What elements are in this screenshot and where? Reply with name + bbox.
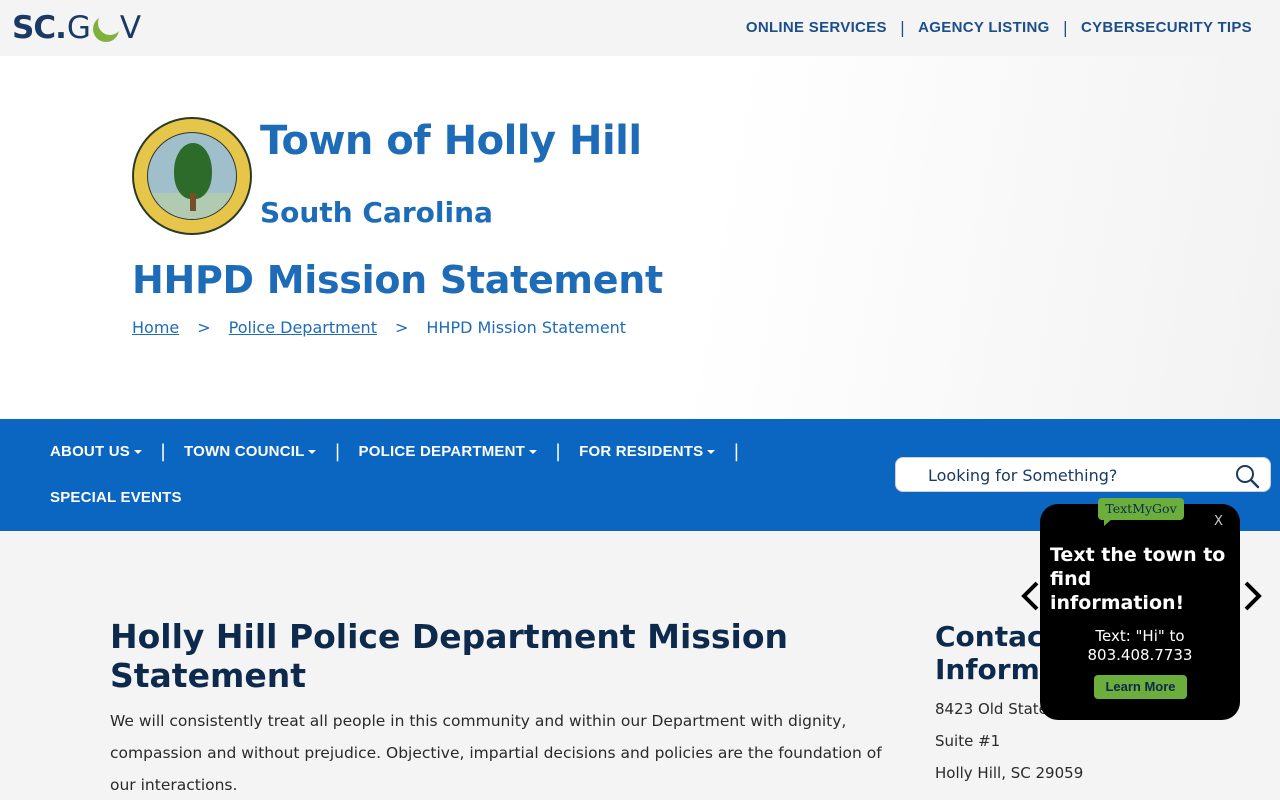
content-body: We will consistently treat all people in… bbox=[110, 712, 882, 794]
logo-dot: . bbox=[55, 10, 67, 46]
nav-separator: | bbox=[159, 441, 167, 462]
logo-g: G bbox=[66, 10, 92, 46]
logo-sc: SC bbox=[12, 10, 56, 46]
sc-gov-logo[interactable]: SC . G V bbox=[12, 10, 142, 46]
textmygov-badge: TextMyGov bbox=[1098, 498, 1184, 526]
breadcrumb: Home > Police Department > HHPD Mission … bbox=[132, 318, 626, 337]
nav-town-council-label: TOWN COUNCIL bbox=[184, 443, 305, 460]
nav-special-events[interactable]: SPECIAL EVENTS bbox=[50, 489, 182, 506]
search-box bbox=[895, 457, 1271, 492]
town-title[interactable]: Town of Holly Hill bbox=[260, 118, 642, 164]
popup-text-line: Text: "Hi" to bbox=[1095, 627, 1185, 645]
popup-text: Text: "Hi" to 803.408.7733 bbox=[1040, 627, 1240, 665]
popup-heading: Text the town to find information! bbox=[1050, 544, 1226, 614]
logo-v: V bbox=[119, 10, 143, 46]
tree-icon bbox=[174, 143, 212, 199]
caret-down-icon bbox=[308, 449, 317, 454]
nav-for-residents[interactable]: FOR RESIDENTS bbox=[579, 443, 716, 460]
search-input[interactable] bbox=[928, 463, 1218, 487]
nav-separator: | bbox=[334, 441, 341, 462]
breadcrumb-police-department[interactable]: Police Department bbox=[229, 318, 377, 337]
breadcrumb-separator: > bbox=[197, 318, 211, 337]
top-nav: ONLINE SERVICES | AGENCY LISTING | CYBER… bbox=[746, 18, 1252, 37]
nav-about-us-label: ABOUT US bbox=[50, 443, 130, 460]
page-title: HHPD Mission Statement bbox=[132, 258, 663, 302]
nav-about-us[interactable]: ABOUT US bbox=[50, 443, 142, 460]
top-nav-separator: | bbox=[1062, 18, 1068, 37]
nav-police-department-label: POLICE DEPARTMENT bbox=[358, 443, 526, 460]
breadcrumb-home[interactable]: Home bbox=[132, 318, 179, 337]
town-seal-logo[interactable] bbox=[132, 117, 252, 235]
seal-inner bbox=[147, 132, 237, 220]
tree-trunk bbox=[190, 193, 196, 211]
caret-down-icon bbox=[529, 449, 538, 454]
breadcrumb-separator: > bbox=[394, 318, 409, 337]
learn-more-button[interactable]: Learn More bbox=[1094, 675, 1187, 699]
contact-city-line: Holly Hill, SC 29059 bbox=[935, 764, 1084, 782]
caret-down-icon bbox=[707, 449, 716, 454]
contact-suite-line: Suite #1 bbox=[935, 732, 1001, 750]
state-title: South Carolina bbox=[260, 196, 493, 229]
top-nav-separator: | bbox=[899, 18, 906, 37]
nav-police-department[interactable]: POLICE DEPARTMENT bbox=[358, 443, 538, 460]
close-icon[interactable]: X bbox=[1214, 514, 1223, 529]
nav-separator: | bbox=[555, 441, 562, 462]
nav-town-council[interactable]: TOWN COUNCIL bbox=[184, 443, 317, 460]
chevron-left-icon[interactable] bbox=[1020, 580, 1040, 612]
nav-for-residents-label: FOR RESIDENTS bbox=[579, 443, 704, 460]
content-title: Holly Hill Police Department Mission Sta… bbox=[110, 617, 789, 695]
online-services-link[interactable]: ONLINE SERVICES bbox=[746, 19, 887, 36]
main-nav-row: ABOUT US | TOWN COUNCIL | POLICE DEPARTM… bbox=[50, 441, 757, 462]
breadcrumb-current: HHPD Mission Statement bbox=[426, 318, 627, 337]
logo-gov: G V bbox=[67, 10, 142, 46]
popup-phone: 803.408.7733 bbox=[1087, 646, 1193, 664]
main-nav-row: SPECIAL EVENTS bbox=[50, 489, 182, 506]
chevron-right-icon[interactable] bbox=[1243, 580, 1263, 612]
hero-banner bbox=[0, 56, 1280, 419]
nav-separator: | bbox=[733, 441, 740, 462]
caret-down-icon bbox=[133, 449, 142, 454]
top-bar: SC . G V ONLINE SERVICES | AGENCY LISTIN… bbox=[0, 0, 1280, 56]
crescent-moon-icon bbox=[92, 11, 122, 42]
search-icon[interactable] bbox=[1234, 463, 1260, 489]
agency-listing-link[interactable]: AGENCY LISTING bbox=[918, 19, 1049, 36]
cybersecurity-tips-link[interactable]: CYBERSECURITY TIPS bbox=[1081, 19, 1252, 36]
